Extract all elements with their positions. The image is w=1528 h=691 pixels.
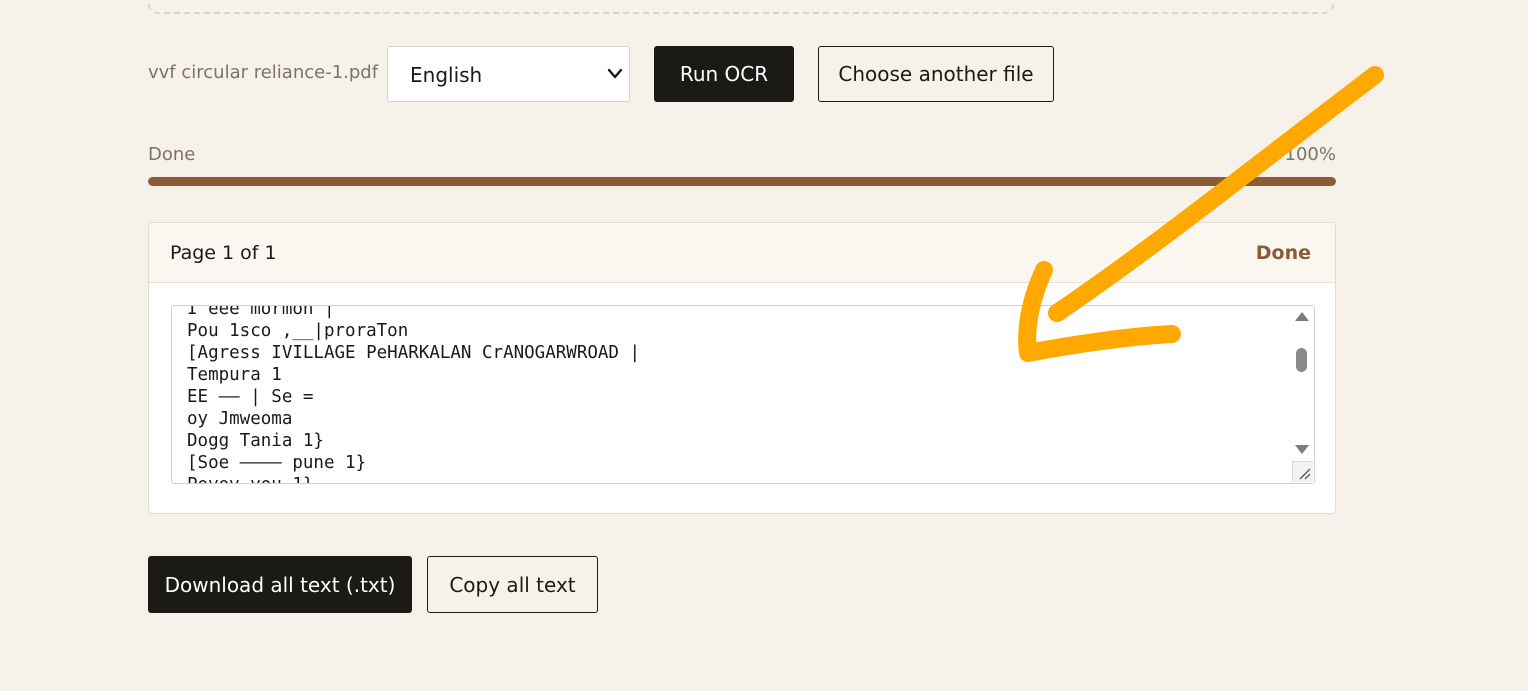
- progress-percent-label: 100%: [1284, 144, 1336, 165]
- text-area-scrollbar[interactable]: [1290, 306, 1314, 483]
- ocr-text-line: Dogg Tania 1}: [187, 431, 324, 451]
- ocr-text-line: [Agress IVILLAGE PeHARKALAN CrANOGARWROA…: [187, 343, 641, 363]
- copy-all-text-button[interactable]: Copy all text: [427, 556, 598, 613]
- download-all-text-button[interactable]: Download all text (.txt): [148, 556, 412, 613]
- progress-bar-fill: [148, 177, 1336, 186]
- progress-bar: [148, 177, 1336, 186]
- ocr-text-line: oy Jmweoma: [187, 409, 293, 429]
- scroll-thumb[interactable]: [1296, 348, 1307, 372]
- file-name: vvf circular reliance-1.pdf: [148, 62, 379, 83]
- ocr-text-line: EE —— | Se =: [187, 387, 314, 407]
- result-card: Page 1 of 1 Done I eee mormon | Pou 1sco …: [148, 222, 1336, 514]
- ocr-page: vvf circular reliance-1.pdf English Run …: [0, 0, 1528, 691]
- chevron-down-icon: [607, 68, 623, 79]
- ocr-text-line: Tempura 1: [187, 365, 282, 385]
- ocr-text-line: I eee mormon |: [187, 305, 335, 319]
- ocr-text-line: Povov vou 1}: [187, 474, 640, 483]
- file-dropzone[interactable]: [148, 0, 1334, 14]
- scroll-down-arrow-icon[interactable]: [1295, 445, 1309, 454]
- page-label: Page 1 of 1: [170, 242, 277, 264]
- ocr-text-area[interactable]: I eee mormon | Pou 1sco ,__|proraTon [Agre…: [171, 305, 1315, 484]
- resize-lines-icon: [1299, 468, 1311, 480]
- result-card-header: Page 1 of 1 Done: [149, 223, 1335, 283]
- ocr-text-content: I eee mormon | Pou 1sco ,__|proraTon [Agre…: [187, 305, 641, 483]
- scroll-up-arrow-icon[interactable]: [1295, 312, 1309, 321]
- choose-another-file-button[interactable]: Choose another file: [818, 46, 1054, 102]
- run-ocr-button[interactable]: Run OCR: [654, 46, 794, 102]
- progress-status-label: Done: [148, 144, 196, 165]
- language-select[interactable]: English: [387, 46, 630, 102]
- ocr-text-line: Pou 1sco ,__|proraTon: [187, 321, 409, 341]
- page-status-badge: Done: [1255, 242, 1311, 264]
- ocr-text-line: [Soe ———— pune 1}: [187, 453, 367, 473]
- language-select-value: English: [410, 63, 483, 87]
- resize-grip-icon[interactable]: [1292, 461, 1313, 482]
